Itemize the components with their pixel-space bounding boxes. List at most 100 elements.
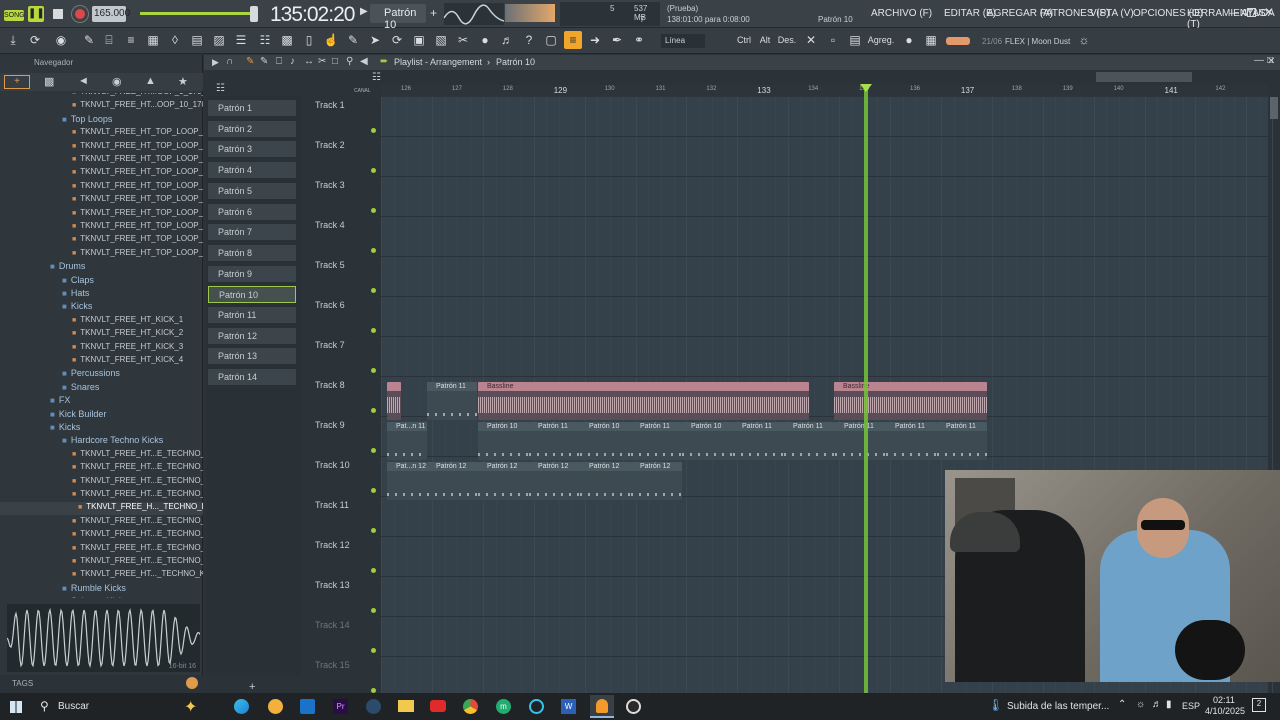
news-title[interactable]: FLEX | Moon Dust (1005, 37, 1070, 46)
sound-icon[interactable]: ♬ (498, 31, 516, 49)
mic-icon[interactable]: ● (476, 31, 494, 49)
paste-icon[interactable]: ▤ (846, 31, 864, 49)
playhead-marker-icon[interactable] (860, 84, 872, 92)
track-mute-led[interactable] (371, 568, 376, 573)
browser-folder[interactable]: Schranz Kicks (0, 596, 203, 598)
link-icon[interactable]: ⚭ (630, 31, 648, 49)
slider-icon[interactable] (946, 37, 970, 45)
browser-tab-cloud-icon[interactable]: ▲ (145, 75, 156, 87)
restore-button[interactable] (1247, 8, 1256, 17)
window-icon[interactable]: ▢ (542, 31, 560, 49)
browser-folder[interactable]: Claps (0, 275, 203, 288)
playlist-toggle-icon[interactable]: ≡ (564, 31, 582, 49)
word-icon[interactable]: W (561, 699, 576, 714)
browser-tab-disk-icon[interactable]: ◉ (112, 75, 122, 88)
browser-folder[interactable]: Top Loops (0, 114, 203, 127)
youtube-icon[interactable] (430, 700, 446, 712)
track-mute-led[interactable] (371, 368, 376, 373)
file-explorer-icon[interactable] (398, 700, 414, 712)
browser-file[interactable]: TKNVLT_FREE_HT...E_TECHNO_KICK_3 (0, 476, 203, 489)
browser-file[interactable]: TKNVLT_FREE_HT...E_TECHNO_KICK_6 (0, 516, 203, 529)
close-button[interactable]: ✕ (1264, 5, 1274, 19)
playlist-clip[interactable]: Patrón 10 (580, 422, 631, 460)
volume-icon[interactable]: ♬ (1152, 699, 1162, 710)
browser-file[interactable]: TKNVLT_FREE_HT_TOP_LOOP_3_140 (0, 154, 203, 167)
clock-date[interactable]: 4/10/2025 (1205, 706, 1245, 716)
track-mute-led[interactable] (371, 528, 376, 533)
pattern-item[interactable]: Patrón 5 (208, 182, 296, 200)
track-mute-led[interactable] (371, 128, 376, 133)
browser-file[interactable]: TKNVLT_FREE_HT...OOP_10_170_BPM (0, 100, 203, 113)
brush-icon[interactable]: ✒ (608, 31, 626, 49)
app-m-icon[interactable]: m (496, 699, 511, 714)
playlist-clip[interactable]: Patrón 10 (682, 422, 733, 460)
recycle-icon[interactable]: ⟳ (388, 31, 406, 49)
browser-folder[interactable]: Percussions (0, 368, 203, 381)
browser-file[interactable]: TKNVLT_FREE_HT_TOP_LOOP_1_140 (0, 127, 203, 140)
playlist-window-icon[interactable]: ▤ (188, 31, 206, 49)
browser-file[interactable]: TKNVLT_FREE_HT...OOP_9_170_BPM (0, 93, 203, 100)
slip-tool-icon[interactable]: ↔ (304, 56, 314, 67)
playlist-clip[interactable]: Patrón 11 (784, 422, 835, 460)
zoom-tool-icon[interactable]: ⚲ (346, 56, 353, 67)
browser-icon[interactable]: ▯ (300, 31, 318, 49)
browser-folder[interactable]: Hats (0, 288, 203, 301)
save-icon[interactable]: ▧ (432, 31, 450, 49)
playlist-clip[interactable]: Patrón 11 (733, 422, 784, 460)
playhead[interactable] (864, 85, 868, 693)
pause-button[interactable]: ❚❚ (28, 6, 45, 22)
weather-label[interactable]: Subida de las temper... (1007, 701, 1109, 712)
windows-start-icon[interactable] (10, 701, 22, 713)
playlist-clip[interactable]: Patrón 11 (529, 422, 580, 460)
tempo-display[interactable]: 165.000 (92, 6, 130, 22)
help-icon[interactable]: ? (520, 31, 538, 49)
track-mute-led[interactable] (371, 408, 376, 413)
playlist-clip[interactable]: Bassline (478, 382, 809, 420)
app-c-icon[interactable] (529, 699, 544, 714)
typing-keyboard-icon[interactable]: ✎ (80, 31, 98, 49)
minimize-button[interactable]: — (1229, 8, 1239, 19)
mixer-icon[interactable]: ☷ (256, 31, 274, 49)
browser-tab-files-icon[interactable]: ▩ (44, 75, 54, 88)
playlist-close-x[interactable]: ✕ (1267, 56, 1275, 67)
language-indicator[interactable]: ESP (1182, 701, 1200, 711)
obs-icon[interactable] (626, 699, 641, 714)
browser-folder[interactable]: Snares (0, 382, 203, 395)
pattern-item[interactable]: Patrón 3 (208, 141, 296, 159)
plugin-icon[interactable]: ▩ (278, 31, 296, 49)
download-icon[interactable]: ⤓ (4, 31, 22, 49)
wait-icon[interactable]: ⌸ (100, 31, 118, 49)
mute-tool-icon[interactable]: ♪ (290, 56, 295, 67)
playlist-clip[interactable] (387, 382, 401, 420)
playlist-clip[interactable]: Pat...n 11 (387, 422, 427, 460)
playlist-clip[interactable]: Patrón 12 (580, 462, 631, 500)
pattern-item[interactable]: Patrón 8 (208, 244, 296, 262)
track-mute-led[interactable] (371, 248, 376, 253)
track-mute-led[interactable] (371, 448, 376, 453)
browser-file[interactable]: TKNVLT_FREE_HT_TOP_LOOP_4_140 (0, 167, 203, 180)
browser-folder[interactable]: Hardcore Techno Kicks (0, 435, 203, 448)
pattern-selector[interactable]: Patrón 10 (370, 4, 426, 31)
pattern-item[interactable]: Patrón 1 (208, 100, 296, 117)
browser-tab-plugins-icon[interactable]: ◄ (78, 75, 89, 87)
browser-file[interactable]: TKNVLT_FREE_HT_TOP_LOOP_10_140 (0, 248, 203, 261)
playlist-snap-icon[interactable]: ☷ (372, 72, 381, 83)
select-tool-icon[interactable]: □ (332, 56, 338, 67)
pattern-item[interactable]: Patrón 4 (208, 162, 296, 180)
track-mute-led[interactable] (371, 608, 376, 613)
browser-file[interactable]: TKNVLT_FREE_HT_TOP_LOOP_7_140 (0, 208, 203, 221)
taskbar-search-icon[interactable]: ⚲ (40, 699, 49, 713)
battery-icon[interactable]: ▮ (1166, 699, 1172, 710)
magnet-icon[interactable]: ∩ (226, 56, 233, 67)
playlist-clip[interactable]: Patrón 12 (631, 462, 682, 500)
taskbar-search-label[interactable]: Buscar (58, 701, 89, 712)
pattern-item[interactable]: Patrón 11 (208, 307, 296, 324)
delete-icon[interactable]: ✕ (802, 31, 820, 49)
browser-file[interactable]: TKNVLT_FREE_HT_TOP_LOOP_9_140 (0, 234, 203, 247)
playback-tool-icon[interactable]: ◀ (360, 56, 368, 67)
copy-icon[interactable]: ▫ (824, 31, 842, 49)
weather-icon[interactable]: 🌡 (988, 698, 1003, 712)
step-edit-icon[interactable]: ▦ (144, 31, 162, 49)
snap-selector[interactable]: Línea (661, 34, 705, 48)
des-button[interactable]: Des. (776, 31, 798, 49)
